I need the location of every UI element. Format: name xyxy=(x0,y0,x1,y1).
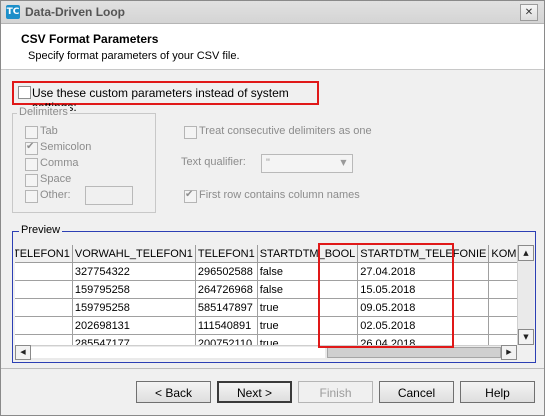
footer-divider xyxy=(1,368,544,369)
next-button[interactable]: Next > xyxy=(217,381,292,403)
preview-group: Preview TELEFON1 VORWAHL_TELEFON1 TELEFO… xyxy=(12,224,536,363)
page-subtitle: Specify format parameters of your CSV fi… xyxy=(28,50,240,62)
page-title: CSV Format Parameters xyxy=(21,32,159,46)
table-cell: 159795258 xyxy=(72,298,196,317)
table-cell xyxy=(15,334,73,345)
scroll-right-icon[interactable]: ▶ xyxy=(501,345,517,360)
table-cell: 327754322 xyxy=(72,262,196,281)
custom-params-label: Use these custom parameters instead of s… xyxy=(32,86,289,114)
table-cell: 264726968 xyxy=(195,280,258,299)
preview-title: Preview xyxy=(19,224,63,236)
wizard-header: CSV Format Parameters Specify format par… xyxy=(1,24,544,70)
table-cell: 585147897 xyxy=(195,298,258,317)
table-cell xyxy=(15,316,73,335)
treat-consecutive-label: Treat consecutive delimiters as one xyxy=(199,125,372,137)
horizontal-scroll-track[interactable] xyxy=(31,347,325,358)
table-cell xyxy=(488,316,517,335)
text-qualifier-label: Text qualifier: xyxy=(181,156,246,168)
table-cell: 200752110 xyxy=(195,334,258,345)
column-header[interactable]: VORWAHL_TELEFON1 xyxy=(72,245,196,263)
table-cell: 296502588 xyxy=(195,262,258,281)
delimiters-group-title: Delimiters xyxy=(17,106,70,118)
table-cell xyxy=(15,298,73,317)
scroll-left-icon[interactable]: ◀ xyxy=(15,345,31,360)
table-cell: 159795258 xyxy=(72,280,196,299)
cancel-button[interactable]: Cancel xyxy=(379,381,454,403)
comma-checkbox[interactable] xyxy=(25,158,38,171)
close-button[interactable]: ✕ xyxy=(520,4,538,21)
back-button[interactable]: < Back xyxy=(136,381,211,403)
other-label: Other: xyxy=(40,189,71,201)
help-button[interactable]: Help xyxy=(460,381,535,403)
text-qualifier-value: " xyxy=(266,157,270,169)
table-cell xyxy=(15,262,73,281)
chevron-down-icon: ▼ xyxy=(340,158,347,167)
tab-checkbox[interactable] xyxy=(25,126,38,139)
column-header[interactable]: KOMMENTAR xyxy=(488,245,517,263)
dialog-window: TC Data-Driven Loop ✕ CSV Format Paramet… xyxy=(0,0,545,416)
check-mark-icon: ✔ xyxy=(185,189,194,200)
title-bar: TC Data-Driven Loop ✕ xyxy=(1,1,544,24)
tab-label: Tab xyxy=(40,125,58,137)
first-row-names-label: First row contains column names xyxy=(199,189,360,201)
treat-consecutive-checkbox[interactable] xyxy=(184,126,197,139)
custom-params-checkbox[interactable] xyxy=(18,86,31,99)
column-header[interactable]: TELEFON1 xyxy=(15,245,73,263)
tosca-logo-icon: TC xyxy=(6,5,20,19)
space-label: Space xyxy=(40,173,72,185)
scroll-down-icon[interactable]: ▼ xyxy=(518,329,534,345)
table-cell xyxy=(488,298,517,317)
text-qualifier-select[interactable]: " ▼ xyxy=(261,154,353,173)
table-cell: 111540891 xyxy=(195,316,258,335)
comma-label: Comma xyxy=(40,157,79,169)
first-row-names-checkbox[interactable]: ✔ xyxy=(184,189,197,203)
table-cell xyxy=(488,262,517,281)
vertical-scrollbar[interactable]: ▲ ▼ xyxy=(517,245,534,345)
space-checkbox[interactable] xyxy=(25,174,38,187)
semicolon-checkbox[interactable]: ✔ xyxy=(25,141,38,155)
check-mark-icon: ✔ xyxy=(26,141,35,152)
horizontal-scroll-thumb[interactable] xyxy=(327,347,501,358)
finish-button[interactable]: Finish xyxy=(298,381,373,403)
scroll-up-icon[interactable]: ▲ xyxy=(518,245,534,261)
table-cell: 285547177 xyxy=(72,334,196,345)
table-cell xyxy=(488,334,517,345)
startdtm-telefonie-highlight xyxy=(318,243,454,348)
other-delimiter-input[interactable] xyxy=(85,186,133,205)
table-cell xyxy=(15,280,73,299)
table-cell: 202698131 xyxy=(72,316,196,335)
column-header[interactable]: TELEFON1 xyxy=(195,245,258,263)
semicolon-label: Semicolon xyxy=(40,141,92,153)
custom-params-highlight: Use these custom parameters instead of s… xyxy=(12,81,319,114)
other-checkbox[interactable] xyxy=(25,190,38,203)
table-cell xyxy=(488,280,517,299)
window-title: Data-Driven Loop xyxy=(25,5,126,19)
